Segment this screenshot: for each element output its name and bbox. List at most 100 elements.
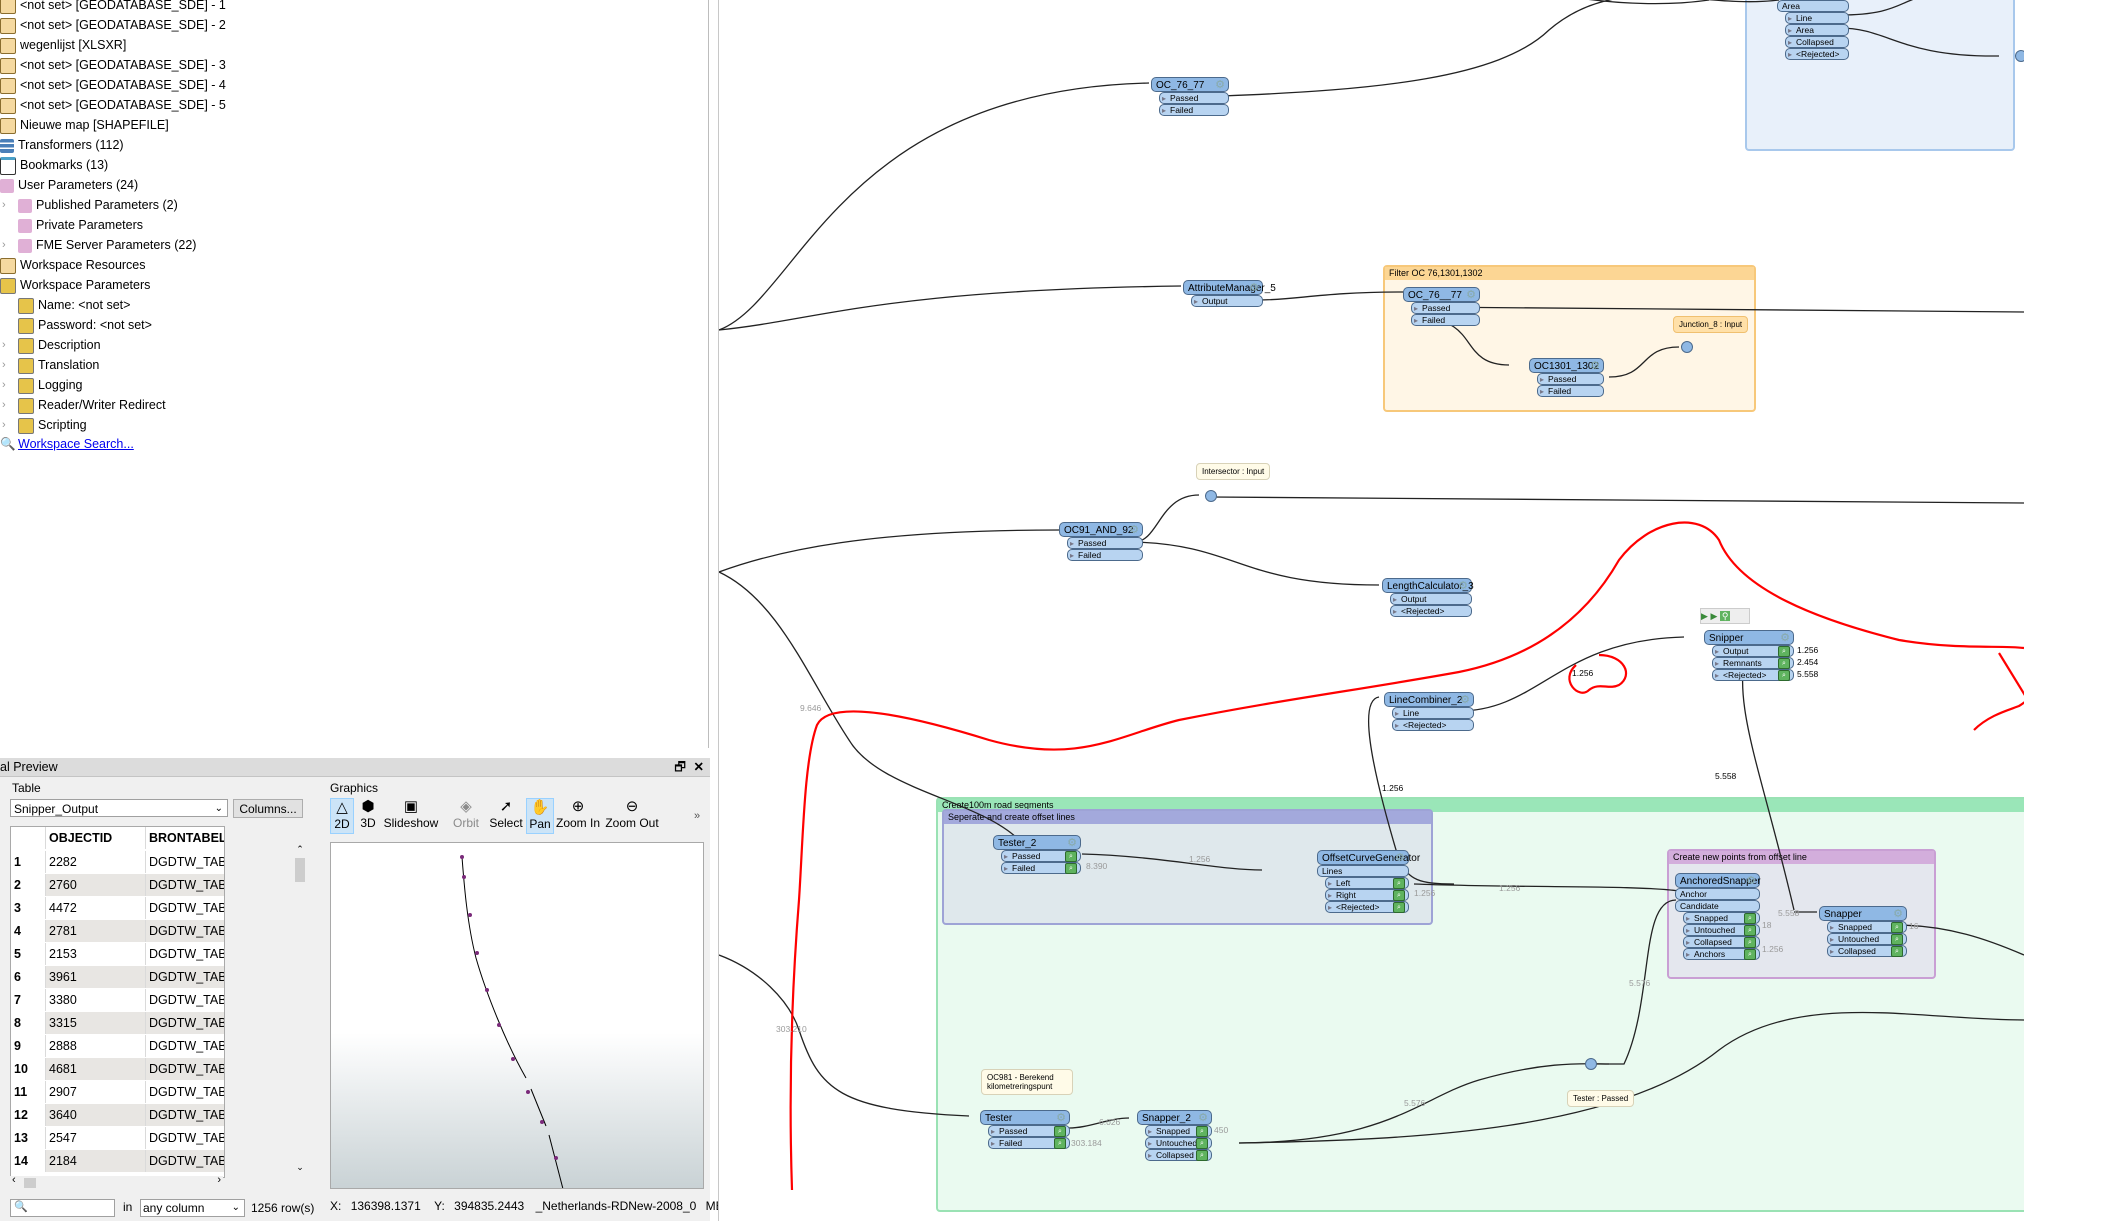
toolbar-slideshow-button[interactable]: ▣ Slideshow — [382, 798, 440, 834]
output-port[interactable]: Collapsed⌕ — [1145, 1149, 1212, 1161]
output-port[interactable]: <Rejected> — [1390, 605, 1472, 617]
output-port[interactable]: Passed ⌕ — [1001, 850, 1081, 862]
transformer-settings-icon[interactable]: ⚙ — [1129, 523, 1139, 538]
output-port[interactable]: Right ⌕ — [1325, 889, 1409, 901]
table-search-input[interactable]: 🔍 — [10, 1199, 115, 1217]
transformer-settings-icon[interactable]: ⚙ — [1067, 836, 1077, 851]
transformer-settings-icon[interactable]: ⚙ — [1249, 281, 1259, 296]
output-port[interactable]: Failed — [1159, 104, 1229, 116]
transformer-header[interactable]: LineCombiner_2 ⚙ — [1384, 692, 1474, 707]
tree-item[interactable]: <not set> [GEODATABASE_SDE] - 5 — [0, 95, 226, 115]
junction-8[interactable] — [1681, 341, 1693, 353]
inspect-cache-icon[interactable]: ⌕ — [1065, 851, 1077, 862]
tree-item[interactable]: Password: <not set> — [18, 315, 152, 335]
transformer-header[interactable]: OC_76__77 ⚙ — [1403, 287, 1480, 302]
transformer-linecombiner-2[interactable]: LineCombiner_2⚙Line<Rejected> — [1384, 692, 1474, 731]
output-port[interactable]: Passed — [1067, 537, 1143, 549]
transformer-header[interactable]: Snapper_2 ⚙ — [1137, 1110, 1212, 1125]
transformer-settings-icon[interactable]: ⚙ — [1460, 693, 1470, 708]
transformer-settings-icon[interactable]: ⚙ — [1458, 579, 1468, 594]
tree-item[interactable]: <not set> [GEODATABASE_SDE] - 1 — [0, 0, 226, 15]
transformer-header[interactable]: Snapper ⚙ — [1819, 906, 1907, 921]
table-horizontal-scrollbar[interactable]: ‹ › — [10, 1174, 223, 1190]
output-port[interactable]: Snapped ⌕ — [1827, 921, 1907, 933]
expand-chevron-icon[interactable]: › — [2, 195, 6, 215]
tree-item[interactable]: <not set> [GEODATABASE_SDE] - 3 — [0, 55, 226, 75]
output-port[interactable]: Untouched⌕ — [1145, 1137, 1212, 1149]
transformer-offsetcurvegenerator[interactable]: OffsetCurveGenerator⚙LinesLeft⌕Right⌕<Re… — [1317, 850, 1420, 913]
tree-item[interactable]: › Logging — [2, 375, 83, 395]
tree-item[interactable]: <not set> [GEODATABASE_SDE] - 2 — [0, 15, 226, 35]
junction-intersector[interactable] — [1205, 490, 1217, 502]
transformer-header[interactable]: Snipper ⚙ — [1704, 630, 1794, 645]
output-port[interactable]: Failed ⌕ — [1001, 862, 1081, 874]
inspect-cache-icon[interactable]: ⌕ — [1196, 1126, 1208, 1137]
output-port[interactable]: <Rejected> — [1392, 719, 1474, 731]
transformer-header[interactable]: LengthCalculator_3 ⚙ — [1382, 578, 1474, 594]
transformer-header[interactable]: OC91_AND_92 ⚙ — [1059, 522, 1143, 537]
expand-chevron-icon[interactable]: › — [2, 355, 6, 375]
transformer-snipper[interactable]: Snipper ⚙ Output ⌕ Remnants ⌕ <Rejected> ⌕ — [1704, 630, 1794, 681]
inspect-cache-icon[interactable]: ⌕ — [1196, 1138, 1208, 1149]
output-port[interactable]: Snapped ⌕ — [1683, 912, 1760, 924]
inspect-cache-icon[interactable]: ⌕ — [1891, 946, 1903, 957]
transformer-oc1301-1302[interactable]: OC1301_1302⚙Passed Failed — [1529, 358, 1604, 397]
transformer-settings-icon[interactable]: ⚙ — [1893, 907, 1903, 922]
scroll-thumb[interactable] — [295, 858, 305, 882]
run-from-this-icon[interactable]: ▶ — [1710, 611, 1717, 621]
toolbar-2d-button[interactable]: △ 2D — [330, 798, 354, 834]
transformer-oc-76-77-filter[interactable]: OC_76__77 ⚙ Passed Failed — [1403, 287, 1480, 326]
output-port[interactable]: <Rejected> — [1785, 48, 1849, 60]
transformer-snapper-2[interactable]: Snapper_2⚙Snapped⌕Untouched⌕Collapsed⌕ — [1137, 1110, 1212, 1161]
hscroll-thumb[interactable] — [24, 1178, 36, 1188]
inspect-cache-icon[interactable]: ⌕ — [1778, 658, 1790, 669]
tree-item[interactable]: Transformers (112) — [0, 135, 124, 155]
transformer-header[interactable]: OC_76_77 ⚙ — [1151, 77, 1229, 92]
tree-item[interactable]: › Reader/Writer Redirect — [2, 395, 166, 415]
inspect-cache-icon[interactable]: ⌕ — [1065, 863, 1077, 874]
expand-chevron-icon[interactable]: › — [2, 395, 6, 415]
workspace-canvas[interactable]: Filter OC 76,1301,1302 Create100m road s… — [718, 0, 2024, 1221]
output-port[interactable]: <Rejected> ⌕ — [1712, 669, 1794, 681]
transformer-header[interactable]: Tester_2 ⚙ — [993, 835, 1081, 850]
transformer-lengthcalculator-3[interactable]: LengthCalculator_3⚙Output <Rejected> — [1382, 578, 1474, 617]
input-port[interactable]: Candidate — [1675, 900, 1760, 912]
inspect-cache-icon[interactable]: ⚲ — [1719, 611, 1731, 621]
output-port[interactable]: Area — [1785, 24, 1849, 36]
close-panel-icon[interactable]: ✕ — [694, 758, 704, 776]
transformer-header[interactable]: Tester ⚙ — [980, 1110, 1070, 1125]
input-port[interactable]: Lines — [1317, 865, 1409, 877]
output-port[interactable]: Passed — [1411, 302, 1480, 314]
inspect-cache-icon[interactable]: ⌕ — [1744, 937, 1756, 948]
output-port[interactable]: Passed — [1537, 373, 1604, 385]
scroll-right-icon[interactable]: › — [217, 1174, 221, 1186]
transformer-settings-icon[interactable]: ⚙ — [1590, 359, 1600, 374]
transformer-tester-2[interactable]: Tester_2 ⚙ Passed ⌕ Failed ⌕ — [993, 835, 1081, 874]
transformer-oc91-and-92[interactable]: OC91_AND_92⚙PassedFailed — [1059, 522, 1143, 561]
output-port[interactable]: Untouched⌕ — [1683, 924, 1760, 936]
tree-item[interactable]: Workspace Resources — [0, 255, 146, 275]
output-port[interactable]: Line — [1785, 12, 1849, 24]
run-to-this-icon[interactable]: ▶ — [1701, 611, 1708, 621]
toolbar-zoom-out-button[interactable]: ⊖ Zoom Out — [604, 798, 660, 834]
transformer-attributemanager-5[interactable]: AttributeManager_5⚙Output — [1183, 280, 1276, 307]
transformer-settings-icon[interactable]: ⚙ — [1198, 1111, 1208, 1126]
transformer-header[interactable]: AnchoredSnapper ⚙ — [1675, 873, 1761, 888]
inspect-cache-icon[interactable]: ⌕ — [1891, 922, 1903, 933]
output-port[interactable]: Failed — [1411, 314, 1480, 326]
inspect-cache-icon[interactable]: ⌕ — [1393, 878, 1405, 889]
toolbar-3d-button[interactable]: ⬢ 3D — [356, 798, 380, 834]
output-port[interactable]: Passed ⌕ — [988, 1125, 1070, 1137]
tree-item[interactable]: › FME Server Parameters (22) — [2, 235, 196, 255]
inspect-cache-icon[interactable]: ⌕ — [1054, 1126, 1066, 1137]
output-port[interactable]: Output ⌕ — [1712, 645, 1794, 657]
expand-chevron-icon[interactable]: › — [2, 235, 6, 255]
transformer-settings-icon[interactable]: ⚙ — [1466, 288, 1476, 303]
output-port[interactable]: Remnants ⌕ — [1712, 657, 1794, 669]
tree-item[interactable]: Name: <not set> — [18, 295, 130, 315]
output-port[interactable]: Snapped ⌕ — [1145, 1125, 1212, 1137]
transformer-clipper[interactable]: Area Line Area Collapsed <Rejected> — [1777, 0, 1849, 60]
output-port[interactable]: Output — [1191, 295, 1263, 307]
output-port[interactable]: Failed — [1537, 385, 1604, 397]
inspect-cache-icon[interactable]: ⌕ — [1744, 925, 1756, 936]
